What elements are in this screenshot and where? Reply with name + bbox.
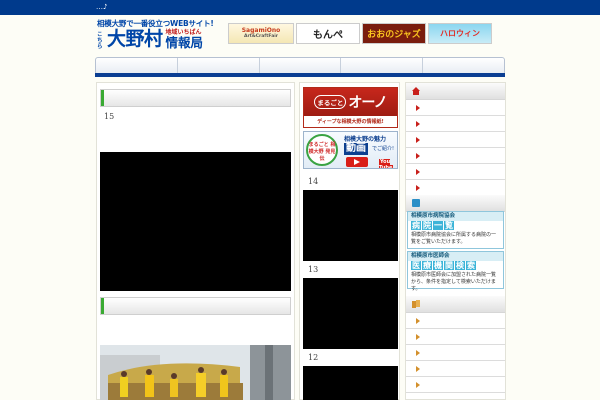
heading-char: 機 — [433, 261, 443, 270]
event-photo[interactable] — [100, 345, 291, 400]
arrow-icon — [416, 121, 420, 127]
medical-search-banner[interactable]: 相模原市医師会 医療機関検索 相模原市医師会に加盟された病院一覧から、条件を指定… — [407, 251, 504, 292]
sidebar-link[interactable] — [406, 133, 505, 148]
event-photo-image — [100, 345, 291, 400]
youtube-logo-icon: You Tube — [379, 159, 397, 169]
youtube-play-icon — [346, 157, 368, 167]
arrow-icon — [416, 137, 420, 143]
heading-char: 療 — [422, 261, 432, 270]
logo-name: 大野村 — [107, 28, 163, 50]
logo-tagline: 相模大野で一番役立つWEBサイト! — [97, 19, 214, 28]
banner-art-craft-fair[interactable]: SagamiOno Art&CraftFair — [228, 23, 294, 44]
marugoto-ono-banner[interactable]: まるごと オーノ ディープな相模大野の情報紙! — [303, 87, 398, 128]
sidebar-link[interactable] — [406, 117, 505, 132]
video-number: 12 — [308, 353, 319, 362]
video-number: 15 — [104, 112, 115, 121]
sidebar-link[interactable] — [406, 165, 505, 180]
ono-banner-badge: まるごと — [314, 95, 347, 109]
heading-char: 医 — [411, 261, 421, 270]
info-icon — [412, 199, 420, 207]
heading-char: 覧 — [444, 221, 454, 230]
hospital-list-banner[interactable]: 相模原市病院協会 病院一覧 相模原市病院協会に所属する病院の一覧をご覧いただけま… — [407, 211, 504, 249]
top-bar: …♪ — [0, 0, 600, 15]
movie-banner-circle: まるごと 相模大野 発見伝 — [306, 134, 338, 166]
house-icon — [412, 87, 420, 95]
video-player[interactable] — [100, 152, 291, 291]
sidebar-link[interactable] — [406, 346, 505, 361]
video-player[interactable] — [303, 190, 398, 261]
left-column: 15 — [96, 82, 295, 400]
video-number: 13 — [308, 265, 319, 274]
sidebar-link[interactable] — [406, 330, 505, 345]
banner-jazz-title: おおのジャズ — [367, 30, 421, 40]
top-bar-text: …♪ — [96, 3, 108, 11]
heading-char: 院 — [422, 221, 432, 230]
logo-joho: 情報局 — [165, 35, 204, 50]
banner-monpe-title: もんぺ — [313, 30, 343, 41]
hospital-banner-desc: 相模原市病院協会に所属する病院の一覧をご覧いただけます。 — [411, 232, 497, 245]
sidebar-link[interactable] — [406, 181, 505, 196]
arrow-icon — [416, 153, 420, 159]
video-player[interactable] — [303, 366, 398, 400]
sidebar-header-home — [406, 83, 505, 100]
video-player[interactable] — [303, 278, 398, 349]
banner-jazz[interactable]: おおのジャズ — [362, 23, 426, 44]
sidebar-link[interactable] — [406, 101, 505, 116]
sidebar-link[interactable] — [406, 314, 505, 329]
arrow-icon — [416, 334, 420, 340]
arrow-icon — [416, 350, 420, 356]
arrow-icon — [416, 382, 420, 388]
youtube-logo-text: You Tube — [379, 159, 394, 169]
right-sidebar: 相模原市病院協会 病院一覧 相模原市病院協会に所属する病院の一覧をご覧いただけま… — [405, 82, 506, 400]
sidebar-link[interactable] — [406, 362, 505, 377]
center-column: まるごと オーノ ディープな相模大野の情報紙! まるごと 相模大野 発見伝 相模… — [299, 82, 400, 400]
nav-item-5[interactable] — [423, 58, 504, 74]
doctors-banner-desc: 相模原市医師会に加盟された病院一覧から、条件を指定して検索いただけます。 — [411, 272, 497, 292]
heading-char: 索 — [466, 261, 476, 270]
banner-monpe[interactable]: もんぺ — [296, 23, 360, 44]
nav-item-4[interactable] — [341, 58, 424, 74]
movie-banner-line1: 相模大野の魅力 — [344, 136, 387, 143]
sidebar-link[interactable] — [406, 149, 505, 164]
site-logo[interactable]: 相模大野で一番役立つWEBサイト! こちら 大野村 地域いちばん 情報局 — [97, 19, 224, 53]
sidebar-header-info — [406, 195, 505, 212]
nav-underline — [95, 73, 505, 77]
arrow-icon — [416, 185, 420, 191]
logo-kochira: こちら — [97, 32, 103, 50]
hospital-banner-heading: 病院一覧 — [408, 221, 503, 231]
video-number: 14 — [308, 177, 319, 186]
heading-char: 一 — [433, 221, 443, 230]
hospital-banner-title: 相模原市病院協会 — [408, 212, 503, 221]
doctors-banner-heading: 医療機関検索 — [408, 261, 503, 271]
arrow-icon — [416, 366, 420, 372]
sidebar-header-categories — [406, 296, 505, 313]
sidebar-link[interactable] — [406, 378, 505, 393]
heading-char: 病 — [411, 221, 421, 230]
book-icon — [412, 300, 420, 308]
heading-char: 関 — [444, 261, 454, 270]
doctors-banner-title: 相模原市医師会 — [408, 252, 503, 261]
arrow-icon — [416, 169, 420, 175]
ono-banner-subtitle: ディープな相模大野の情報紙! — [304, 116, 397, 127]
banner-halloween-title: ハロウィン — [440, 29, 480, 38]
movie-banner[interactable]: まるごと 相模大野 発見伝 相模大野の魅力 動画 でご紹介! You Tube — [303, 131, 398, 169]
arrow-icon — [416, 318, 420, 324]
nav-item-3[interactable] — [260, 58, 342, 74]
movie-banner-douga: 動画 — [344, 143, 368, 155]
arrow-icon — [416, 105, 420, 111]
section-header-2 — [100, 297, 291, 315]
section-header — [100, 89, 291, 107]
banner-halloween[interactable]: ハロウィン — [428, 23, 492, 44]
nav-item-1[interactable] — [96, 58, 178, 74]
banner-art-craft-subtitle: Art&CraftFair — [243, 33, 279, 39]
nav-item-2[interactable] — [178, 58, 260, 74]
ono-banner-name: オーノ — [348, 95, 387, 111]
heading-char: 検 — [455, 261, 465, 270]
movie-banner-gosho: でご紹介! — [372, 146, 395, 152]
